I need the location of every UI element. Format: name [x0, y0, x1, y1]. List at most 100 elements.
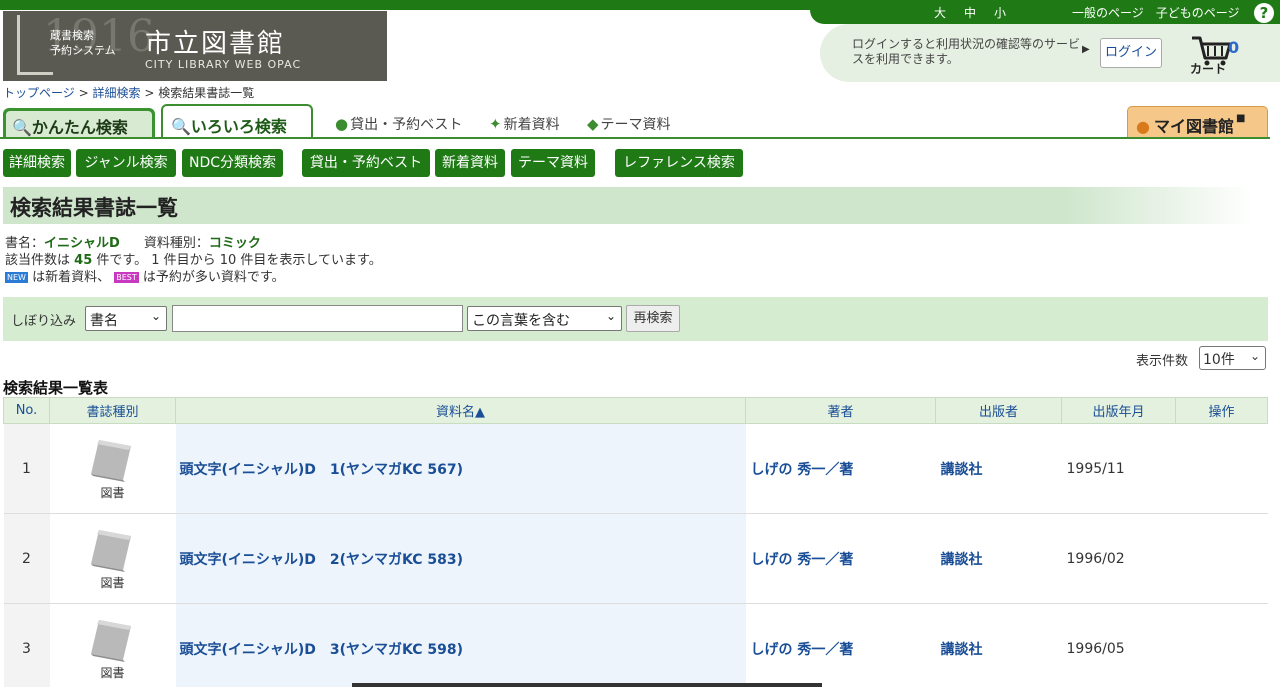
header-no[interactable]: No. — [3, 397, 50, 424]
cart-label[interactable]: カート — [1190, 60, 1226, 77]
lock-icon: ■ — [1235, 113, 1246, 124]
row-author-link[interactable]: しげの 秀一／著 — [751, 552, 854, 568]
table-row: 2 図書 頭文字(イニシャル)D 2(ヤンマガKC 583) しげの 秀一／著 … — [3, 513, 1268, 604]
font-size-medium[interactable]: 中 — [964, 6, 976, 20]
result-count: 45 — [74, 253, 93, 268]
breadcrumb-current: 検索結果書誌一覧 — [158, 86, 255, 100]
display-count-label: 表示件数 — [1136, 354, 1189, 369]
tab-link-new[interactable]: ✦ 新着資料 — [489, 114, 560, 134]
row-type: 図書 — [49, 423, 176, 514]
refine-label: しぼり込み — [11, 314, 77, 329]
font-size-links: 大中小 — [934, 4, 1024, 21]
research-button[interactable]: 再検索 — [626, 305, 680, 332]
top-utility-bar: 大 中 小 一般のページ 子どものページ ? — [810, 0, 1280, 24]
refine-input[interactable] — [172, 305, 463, 332]
row-no: 3 — [3, 603, 50, 687]
row-publisher-link[interactable]: 講談社 — [941, 462, 983, 478]
breadcrumb: トップページ > 詳細検索 > 検索結果書誌一覧 — [3, 86, 255, 100]
lending-best-button[interactable]: 貸出・予約ベスト — [302, 149, 430, 177]
refine-match-select[interactable]: この言葉を含む ⌄ — [467, 306, 622, 331]
header-title[interactable]: 資料名▲ — [175, 397, 746, 424]
row-action — [1175, 513, 1268, 604]
ribbon-icon: ● — [335, 115, 349, 133]
page-mode-links: 一般のページ 子どものページ — [1072, 4, 1252, 21]
row-title-link[interactable]: 頭文字(イニシャル)D 3(ヤンマガKC 598) — [180, 642, 464, 658]
sparkle-icon: ✦ — [489, 115, 502, 133]
login-panel: ログインすると利用状況の確認等のサービスを利用できます。 ▶ ログイン 0 カー… — [820, 24, 1280, 82]
row-type: 図書 — [49, 513, 176, 604]
page-title: 検索結果書誌一覧 — [3, 187, 1253, 224]
horizontal-scrollbar[interactable] — [352, 683, 822, 687]
tab-easy-search[interactable]: 🔍かんたん検索 — [3, 108, 155, 138]
row-date: 1995/11 — [1061, 423, 1176, 514]
logo-library-name: 市立図書館 — [145, 29, 286, 59]
new-arrivals-button[interactable]: 新着資料 — [435, 149, 505, 177]
cart-count: 0 — [1228, 38, 1240, 57]
general-page-link[interactable]: 一般のページ — [1072, 6, 1144, 20]
font-size-small[interactable]: 小 — [994, 6, 1006, 20]
ndc-search-button[interactable]: NDC分類検索 — [182, 149, 283, 177]
help-icon[interactable]: ? — [1254, 3, 1274, 23]
breadcrumb-advanced-search[interactable]: 詳細検索 — [92, 86, 140, 100]
tab-link-theme[interactable]: ◆ テーマ資料 — [587, 114, 671, 134]
summary-title-value: イニシャルD — [44, 236, 120, 251]
logo-system-label: 蔵書検索 予約システム — [50, 29, 116, 57]
kids-page-link[interactable]: 子どものページ — [1156, 6, 1240, 20]
login-button[interactable]: ログイン — [1100, 38, 1162, 68]
tab-my-library[interactable]: ● マイ図書館 ■ — [1127, 106, 1268, 138]
row-publisher-link[interactable]: 講談社 — [941, 552, 983, 568]
tab-link-best[interactable]: ● 貸出・予約ベスト — [335, 114, 462, 134]
table-title: 検索結果一覧表 — [3, 379, 109, 397]
chevron-down-icon: ⌄ — [150, 309, 161, 323]
logo-subtitle: CITY LIBRARY WEB OPAC — [145, 58, 302, 71]
tab-various-search[interactable]: 🔍いろいろ検索 — [161, 104, 313, 139]
results-table: No. 書誌種別 資料名▲ 著者 出版者 出版年月 操作 1 図書 頭文字(イニ… — [3, 397, 1268, 687]
row-date: 1996/02 — [1061, 513, 1176, 604]
book-icon — [90, 440, 131, 482]
advanced-search-button[interactable]: 詳細検索 — [3, 149, 71, 177]
new-badge-icon: NEW — [5, 272, 28, 283]
reference-search-button[interactable]: レファレンス検索 — [615, 149, 743, 177]
chevron-down-icon: ⌄ — [1249, 349, 1260, 363]
best-badge-icon: BEST — [114, 272, 139, 283]
book-icon — [90, 620, 131, 662]
header-type[interactable]: 書誌種別 — [49, 397, 176, 424]
row-title-link[interactable]: 頭文字(イニシャル)D 1(ヤンマガKC 567) — [180, 462, 464, 478]
genre-search-button[interactable]: ジャンル検索 — [76, 149, 176, 177]
row-no: 2 — [3, 513, 50, 604]
header-publisher[interactable]: 出版者 — [935, 397, 1062, 424]
row-author-link[interactable]: しげの 秀一／著 — [751, 462, 854, 478]
row-date: 1996/05 — [1061, 603, 1176, 687]
row-no: 1 — [3, 423, 50, 514]
header-action: 操作 — [1175, 397, 1268, 424]
row-action — [1175, 423, 1268, 514]
header-author[interactable]: 著者 — [745, 397, 936, 424]
theme-materials-button[interactable]: テーマ資料 — [511, 149, 595, 177]
row-author-link[interactable]: しげの 秀一／著 — [751, 642, 854, 658]
search-summary: 書名：イニシャルD 資料種別：コミック 該当件数は 45 件です。 1 件目から … — [5, 236, 382, 285]
magnifier-icon: 🔍 — [171, 117, 191, 136]
table-row: 1 図書 頭文字(イニシャル)D 1(ヤンマガKC 567) しげの 秀一／著 … — [3, 423, 1268, 514]
chevron-down-icon: ⌄ — [605, 309, 616, 323]
book-icon — [90, 530, 131, 572]
breadcrumb-top[interactable]: トップページ — [3, 86, 75, 100]
row-action — [1175, 603, 1268, 687]
row-title-link[interactable]: 頭文字(イニシャル)D 2(ヤンマガKC 583) — [180, 552, 464, 568]
header-date[interactable]: 出版年月 — [1061, 397, 1176, 424]
refine-field-select[interactable]: 書名 ⌄ — [85, 306, 167, 331]
tag-icon: ◆ — [587, 115, 599, 133]
refine-bar: しぼり込み 書名 ⌄ この言葉を含む ⌄ 再検索 — [3, 297, 1268, 341]
summary-type-value: コミック — [208, 236, 261, 251]
font-size-large[interactable]: 大 — [934, 6, 946, 20]
table-header-row: No. 書誌種別 資料名▲ 著者 出版者 出版年月 操作 — [3, 397, 1268, 424]
tabs-underline — [0, 137, 1270, 139]
person-icon: ● — [1136, 117, 1150, 136]
search-icon: 🔍 — [12, 118, 32, 137]
arrow-right-icon: ▶ — [1082, 44, 1090, 55]
table-row: 3 図書 頭文字(イニシャル)D 3(ヤンマガKC 598) しげの 秀一／著 … — [3, 603, 1268, 687]
display-count-select[interactable]: 10件 ⌄ — [1199, 346, 1266, 370]
site-logo[interactable]: 1916 蔵書検索 予約システム 市立図書館 CITY LIBRARY WEB … — [3, 11, 387, 81]
row-type: 図書 — [49, 603, 176, 687]
row-publisher-link[interactable]: 講談社 — [941, 642, 983, 658]
login-message: ログインすると利用状況の確認等のサービスを利用できます。 — [852, 37, 1081, 66]
